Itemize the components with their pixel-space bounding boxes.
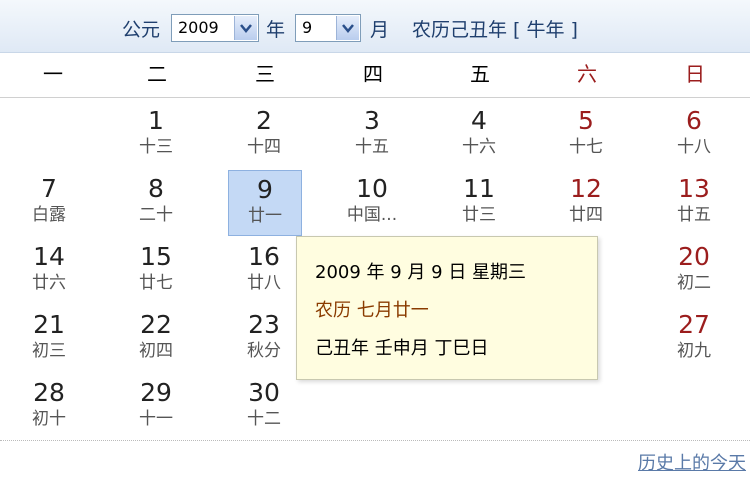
day-cell[interactable]: 22 初四 — [119, 306, 193, 372]
day-cell[interactable]: 16 廿八 — [227, 238, 301, 304]
year-select[interactable]: 2009 — [171, 14, 259, 42]
chevron-down-icon[interactable] — [234, 16, 257, 40]
day-cell[interactable]: 4 十六 — [442, 102, 516, 168]
day-cell[interactable]: 23 秋分 — [227, 306, 301, 372]
weekday-header: 一 二 三 四 五 六 日 — [0, 53, 750, 98]
day-cell-selected[interactable]: 9 廿一 — [228, 170, 302, 236]
day-cell[interactable]: 21 初三 — [12, 306, 86, 372]
day-cell[interactable]: 20 初二 — [657, 238, 731, 304]
weekday-sat: 六 — [577, 62, 597, 86]
tooltip-ganzhi-line: 己丑年 壬申月 丁巳日 — [315, 338, 489, 359]
day-cell[interactable]: 15 廿七 — [119, 238, 193, 304]
year-select-value: 2009 — [178, 18, 219, 37]
month-label: 月 — [370, 19, 390, 41]
weekday-sun: 日 — [685, 62, 705, 86]
day-cell[interactable]: 7 白露 — [12, 170, 86, 236]
calendar-footer: 历史上的今天 — [0, 440, 750, 501]
day-cell[interactable]: 2 十四 — [227, 102, 301, 168]
day-cell[interactable]: 13 廿五 — [657, 170, 731, 236]
day-cell[interactable]: 6 十八 — [657, 102, 731, 168]
weekday-tue: 二 — [147, 62, 167, 86]
day-cell[interactable]: 28 初十 — [12, 374, 86, 440]
day-cell[interactable]: 11 廿三 — [442, 170, 516, 236]
weekday-fri: 五 — [470, 62, 490, 86]
day-cell[interactable]: 10 中国... — [335, 170, 409, 236]
weekday-thu: 四 — [363, 62, 383, 86]
day-cell[interactable]: 27 初九 — [657, 306, 731, 372]
day-cell[interactable]: 30 十二 — [227, 374, 301, 440]
tooltip-lunar-line: 农历 七月廿一 — [315, 300, 429, 321]
day-cell[interactable]: 12 廿四 — [549, 170, 623, 236]
day-cell[interactable]: 14 廿六 — [12, 238, 86, 304]
day-cell[interactable]: 1 十三 — [119, 102, 193, 168]
day-cell[interactable]: 5 十七 — [549, 102, 623, 168]
date-tooltip: 2009 年 9 月 9 日 星期三 农历 七月廿一 己丑年 壬申月 丁巳日 — [296, 236, 598, 380]
day-cell[interactable]: 8 二十 — [119, 170, 193, 236]
weekday-wed: 三 — [255, 62, 275, 86]
month-select[interactable]: 9 — [295, 14, 361, 42]
history-today-link[interactable]: 历史上的今天 — [638, 449, 746, 475]
chevron-down-icon[interactable] — [336, 16, 359, 40]
tooltip-date-line: 2009 年 9 月 9 日 星期三 — [315, 262, 527, 283]
gregorian-label: 公元 — [122, 19, 161, 41]
lunar-year-text: 农历己丑年 [ 牛年 ] — [412, 19, 578, 41]
weekday-mon: 一 — [43, 62, 63, 86]
year-label: 年 — [266, 19, 286, 41]
day-cell[interactable]: 3 十五 — [335, 102, 409, 168]
month-select-value: 9 — [302, 18, 313, 37]
day-cell[interactable]: 29 十一 — [119, 374, 193, 440]
calendar-header: 公元 2009 年 9 月 农历己丑年 [ 牛年 ] — [0, 0, 750, 53]
